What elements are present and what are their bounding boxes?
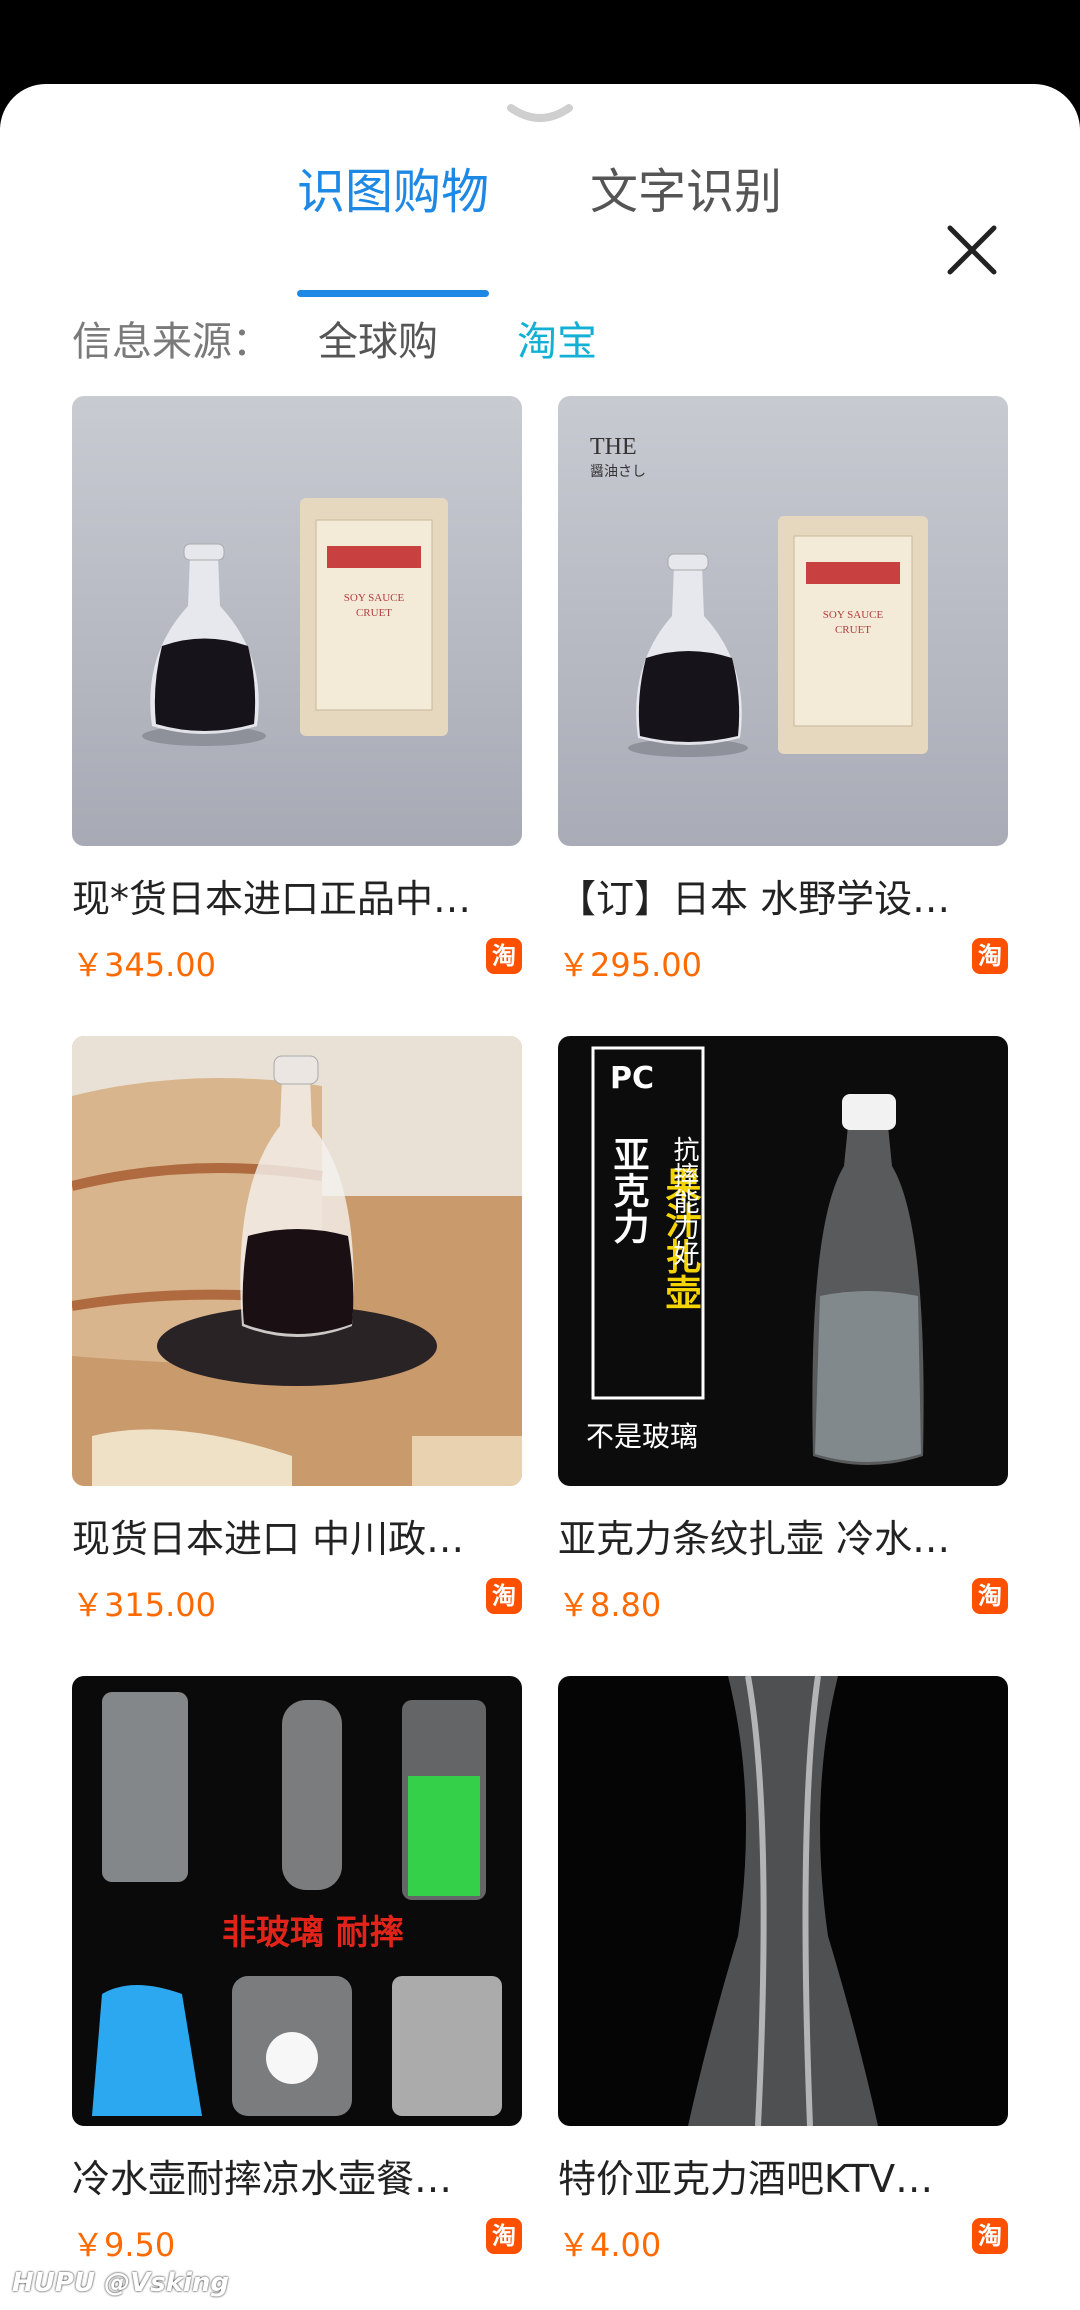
taobao-icon: 淘 [486, 1578, 522, 1614]
product-image: SOY SAUCE CRUET [72, 396, 522, 846]
source-option-taobao[interactable]: 淘宝 [517, 309, 597, 367]
svg-text:PC: PC [610, 1061, 654, 1096]
tab-image-shopping[interactable]: 识图购物 [297, 152, 489, 222]
active-tab-indicator [297, 290, 489, 297]
svg-text:CRUET: CRUET [356, 607, 392, 619]
product-price: ￥295.00 [558, 946, 702, 984]
watermark: HUPU @Vsking [12, 2268, 230, 2298]
close-icon[interactable] [944, 222, 1000, 278]
product-title: 现货日本进口 中川政… [72, 1517, 465, 1561]
product-image: 非玻璃 耐摔 [72, 1676, 522, 2126]
tab-text-recognition[interactable]: 文字识别 [590, 152, 782, 222]
svg-text:非玻璃 耐摔: 非玻璃 耐摔 [222, 1913, 404, 1953]
svg-text:抗摔能力好: 抗摔能力好 [669, 1136, 699, 1266]
taobao-icon: 淘 [486, 938, 522, 974]
tab-bar: 识图购物 文字识别 [0, 152, 1080, 297]
taobao-icon: 淘 [972, 938, 1008, 974]
product-title: 亚克力条纹扎壶 冷水… [558, 1517, 951, 1561]
product-price: ￥4.00 [558, 2226, 662, 2264]
product-image [558, 1676, 1008, 2126]
product-price: ￥9.50 [72, 2226, 176, 2264]
source-filter: 信息来源： 全球购 淘宝 [72, 309, 1012, 369]
product-card[interactable]: THE 醤油さし SOY SAUCE CRUET 【订】日本 水野学设… ￥29… [558, 396, 1008, 986]
svg-text:CRUET: CRUET [835, 624, 871, 636]
svg-text:SOY SAUCE: SOY SAUCE [823, 609, 884, 621]
product-title: 现*货日本进口正品中… [72, 877, 472, 921]
bottom-sheet: 识图购物 文字识别 信息来源： 全球购 淘宝 SOY SAUCE CRUET 现… [0, 84, 1080, 2310]
chevron-down-icon[interactable] [507, 102, 573, 126]
product-card[interactable]: PC 亚克力 果汁扎壶 抗摔能力好 不是玻璃 亚克力条纹扎壶 冷水… ￥8.80… [558, 1036, 1008, 1626]
source-option-global[interactable]: 全球购 [318, 309, 438, 367]
taobao-icon: 淘 [972, 2218, 1008, 2254]
svg-text:醤油さし: 醤油さし [590, 464, 646, 480]
taobao-icon: 淘 [972, 1578, 1008, 1614]
product-title: 冷水壶耐摔凉水壶餐… [72, 2157, 453, 2201]
product-image: PC 亚克力 果汁扎壶 抗摔能力好 不是玻璃 [558, 1036, 1008, 1486]
product-price: ￥345.00 [72, 946, 216, 984]
product-card[interactable]: SOY SAUCE CRUET 现*货日本进口正品中… ￥345.00 淘 [72, 396, 522, 986]
product-title: 特价亚克力酒吧KTV… [558, 2157, 934, 2201]
product-price: ￥315.00 [72, 1586, 216, 1624]
product-price: ￥8.80 [558, 1586, 662, 1624]
product-image [72, 1036, 522, 1486]
product-image: THE 醤油さし SOY SAUCE CRUET [558, 396, 1008, 846]
svg-text:THE: THE [590, 434, 637, 460]
svg-text:不是玻璃: 不是玻璃 [586, 1420, 698, 1453]
taobao-icon: 淘 [486, 2218, 522, 2254]
svg-text:亚克力: 亚克力 [608, 1136, 650, 1244]
product-card[interactable]: 现货日本进口 中川政… ￥315.00 淘 [72, 1036, 522, 1626]
product-title: 【订】日本 水野学设… [558, 877, 951, 921]
product-card[interactable]: 非玻璃 耐摔 冷水壶耐摔凉水壶餐… ￥9.50 淘 [72, 1676, 522, 2266]
source-label: 信息来源： [72, 319, 272, 365]
svg-text:SOY SAUCE: SOY SAUCE [344, 592, 405, 604]
product-card[interactable]: 特价亚克力酒吧KTV… ￥4.00 淘 [558, 1676, 1008, 2266]
